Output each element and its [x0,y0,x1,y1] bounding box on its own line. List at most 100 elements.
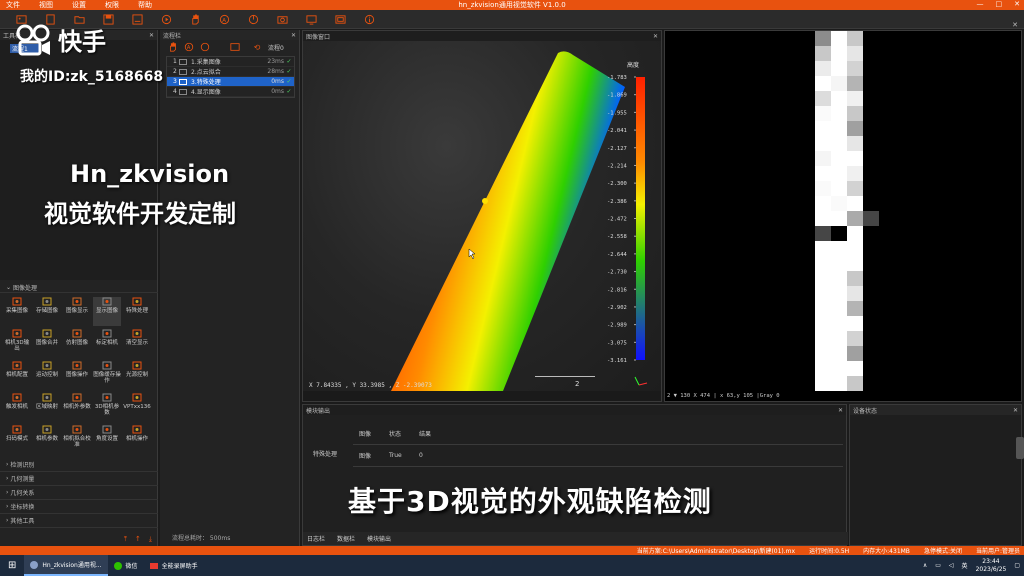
tool-item[interactable]: 显示图像 [93,297,121,326]
section-detection[interactable]: › 检测识别 [0,458,158,472]
input-language[interactable]: 英 [962,561,968,570]
depth-image[interactable] [665,31,1023,391]
flow-row-pointcloud[interactable]: 2 2.点云拟合 28ms ✓ [167,67,294,77]
module-output-close-icon[interactable]: ✕ [838,407,843,414]
flow-panel: 流程栏 ✕ A ⟲ 流程0 1 1.采集图像 23ms ✓ 2 2.点云拟合 2… [160,30,300,546]
tool-item[interactable]: 图像显示 [63,297,91,326]
monitor-icon[interactable] [304,13,318,25]
pixel-cell [831,136,847,151]
calendar-icon[interactable] [230,42,240,52]
tab-log[interactable]: 日志栏 [307,534,325,543]
section-geometry-measure[interactable]: › 几何测量 [0,472,158,486]
tool-panel-close-icon[interactable]: ✕ [149,32,154,39]
tool-item[interactable]: 光源控制 [123,361,151,390]
table-row[interactable]: 图像 True 0 [353,445,843,467]
pixel-cell [847,271,863,286]
tool-item[interactable]: VPTxx136 [123,393,151,422]
image-window-close-icon[interactable]: ✕ [653,33,658,40]
tool-item[interactable]: 相机拟合校准 [63,425,91,454]
flow-panel-title: 流程栏 [163,32,182,40]
hand-icon[interactable] [168,42,178,52]
tool-item[interactable]: 相机3D输出 [3,329,31,358]
section-coordinate[interactable]: › 坐标转换 [0,500,158,514]
auto-run-icon[interactable]: A [217,13,231,25]
tool-item[interactable]: 运动控制 [33,361,61,390]
tool-item[interactable]: 清空显示 [123,329,151,358]
task-hn-zkvision[interactable]: Hn_zkvision通用视... [24,555,108,576]
task-wechat[interactable]: 微信 [108,555,144,576]
tool-item[interactable]: 区域映射 [33,393,61,422]
info-icon[interactable] [362,13,376,25]
colorbar-tick-label: -2.300 [607,181,627,187]
hand-icon[interactable] [188,13,202,25]
tool-item[interactable]: 图像操作 [63,361,91,390]
device-status-close-icon[interactable]: ✕ [1013,407,1018,414]
pixel-cell [847,226,863,241]
auto-icon[interactable]: A [184,42,194,52]
tool-item[interactable]: 特殊处理 [123,297,151,326]
tool-item[interactable]: 触发相机 [3,393,31,422]
pixel-cell [863,211,879,226]
pointcloud-viewport[interactable]: 高度 -1.783 -1.869 -1.955 -2.041 -2.127 -2.214 -… [303,41,661,391]
stop-icon[interactable] [246,13,260,25]
status-user: 当前用户:管理员 [975,548,1020,555]
tool-item[interactable]: 标定相机 [93,329,121,358]
tool-item[interactable]: 相机操作 [123,425,151,454]
tool-item[interactable]: 图像缓存操作 [93,361,121,390]
move-top-icon[interactable]: ⤒ [124,535,127,544]
pixel-cell [847,76,863,91]
pixel-status: 2 ▼ 130 X 474 | x 63,y 105 |Gray 0 [667,393,780,399]
tab-module-output[interactable]: 模块输出 [367,534,391,543]
side-scroll-handle[interactable] [1016,437,1024,459]
move-bottom-icon[interactable]: ⤓ [149,535,152,544]
move-up-icon[interactable]: ↑ [135,535,141,543]
chevron-up-icon[interactable]: ∧ [923,562,927,569]
system-tray: ∧ ▭ ◁ 英 23:44 2023/6/25 ▢ [923,555,1020,576]
camera-icon [179,58,187,65]
colorbar-title: 高度 [627,61,639,69]
module-name-label: 特殊处理 [313,451,338,458]
flow-row-special[interactable]: 3 3.特殊处理 0ms ✓ [167,77,294,87]
colorbar-tick-label: -3.161 [607,358,627,364]
tool-item[interactable]: 相机外参数 [63,393,91,422]
volume-icon[interactable]: ◁ [949,562,954,569]
tool-label: 标定相机 [95,340,118,346]
section-other-tools[interactable]: › 其他工具 [0,514,158,528]
tool-item[interactable]: 存储图像 [33,297,61,326]
tool-item[interactable]: 3D相机参数 [93,393,121,422]
tool-item[interactable]: 图像合并 [33,329,61,358]
depth-window-close-icon[interactable]: ✕ [1012,21,1018,29]
save-as-icon[interactable] [130,13,144,25]
run-once-icon[interactable] [159,13,173,25]
flow-panel-close-icon[interactable]: ✕ [291,32,296,39]
maximize-button[interactable]: □ [996,0,1003,8]
flow-row-acquire[interactable]: 1 1.采集图像 23ms ✓ [167,57,294,67]
image-window: 图像窗口 ✕ 高度 -1.783 -1.869 -1.955 -2.041 -2… [302,30,662,402]
window-icon[interactable] [333,13,347,25]
tab-data[interactable]: 数据栏 [337,534,355,543]
flow-row-display[interactable]: 4 4.显示图像 0ms ✓ [167,87,294,97]
refresh-icon[interactable]: ⟲ [252,42,262,52]
cursor-coordinates: X 7.84335 , Y 33.3985 , Z -2.39073 [309,382,432,389]
camera-settings-icon[interactable] [275,13,289,25]
section-image-processing[interactable]: ⌄ 图像处理 [0,282,158,293]
clock[interactable]: 23:44 2023/6/25 [976,558,1007,574]
tool-item[interactable]: 相机配置 [3,361,31,390]
minimize-button[interactable]: — [977,0,984,8]
tool-item[interactable]: 扫码模式 [3,425,31,454]
tool-item[interactable]: 仿射图像 [63,329,91,358]
tool-item[interactable]: 角度设置 [93,425,121,454]
notification-icon[interactable]: ▢ [1014,562,1020,569]
stop-icon[interactable] [200,42,210,52]
colorbar-tick-label: -2.989 [607,323,627,329]
close-button[interactable]: ✕ [1014,0,1020,8]
tool-item[interactable]: 采集图像 [3,297,31,326]
tool-item[interactable]: 相机参数 [33,425,61,454]
network-icon[interactable]: ▭ [935,562,941,569]
task-recorder[interactable]: 全能录屏助手 [144,555,204,576]
start-icon[interactable]: ⊞ [0,555,24,576]
section-geometry-relation[interactable]: › 几何关系 [0,486,158,500]
tool-label: 相机配置 [5,372,28,378]
device-status-panel: 设备状态 ✕ [849,404,1022,546]
flow-selector[interactable]: 流程0 [268,43,284,52]
